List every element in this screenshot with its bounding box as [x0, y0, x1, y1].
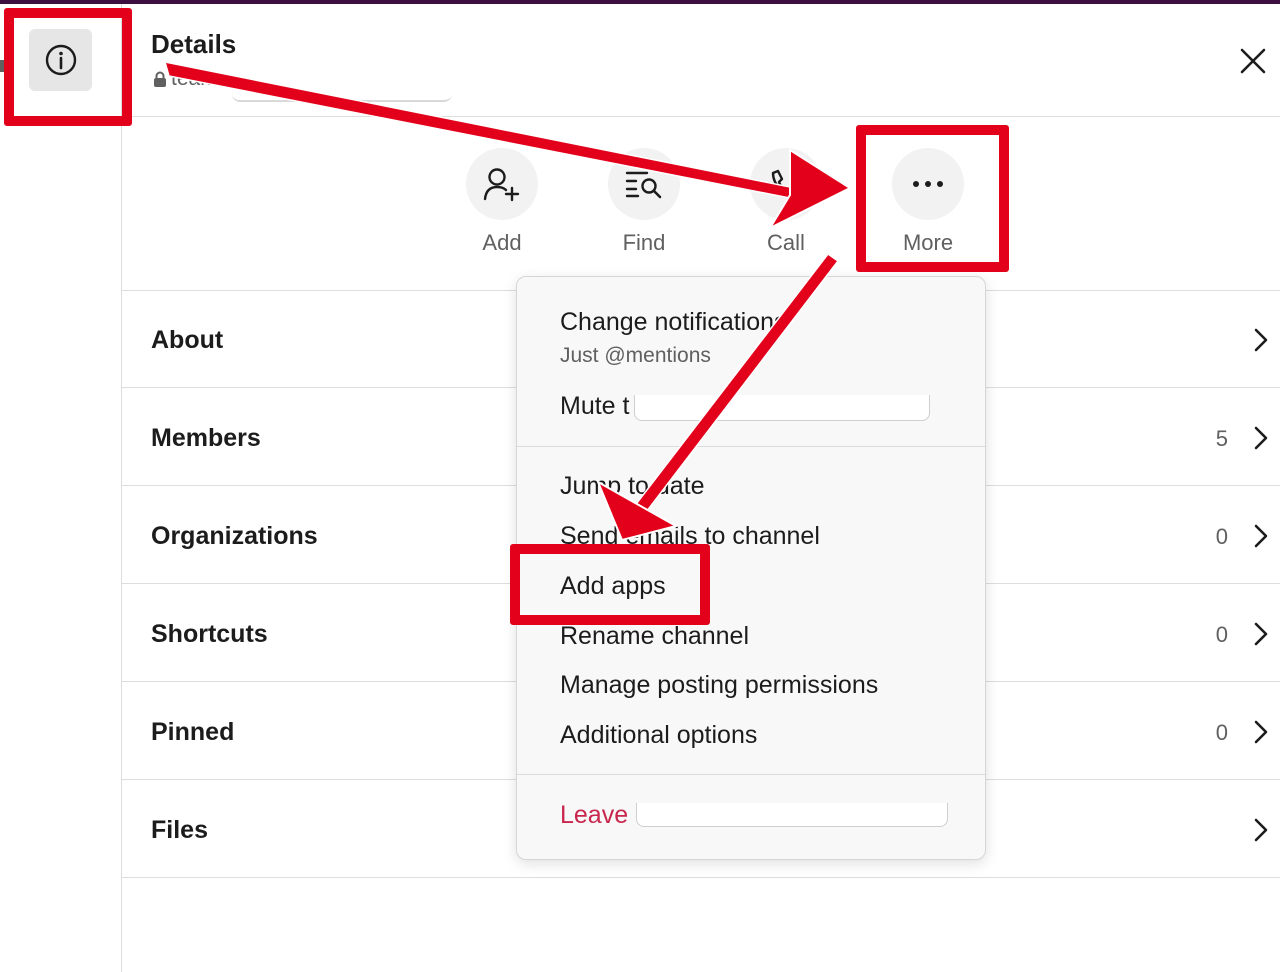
chevron-right-icon [1254, 328, 1268, 352]
chevron-right-icon [1254, 818, 1268, 842]
row-count: 0 [1215, 622, 1228, 647]
row-title: Files [151, 816, 208, 844]
row-count: 0 [1215, 720, 1228, 745]
close-button[interactable] [1232, 40, 1274, 82]
menu-item-additional-options[interactable]: Additional options [560, 720, 757, 750]
add-button-label: Add [482, 230, 522, 255]
call-button-label: Call [767, 230, 805, 255]
row-title: Members [151, 424, 261, 452]
find-button-label: Find [622, 230, 666, 255]
row-title: About [151, 326, 224, 354]
menu-divider [517, 446, 985, 447]
highlight-more-button [856, 125, 1009, 272]
redacted-channel-name [232, 88, 452, 102]
row-count: 0 [1215, 524, 1228, 549]
chevron-right-icon [1254, 720, 1268, 744]
add-button[interactable]: Add [452, 148, 552, 256]
highlight-info-button [4, 8, 132, 126]
find-icon [625, 171, 662, 199]
row-title: Shortcuts [151, 620, 268, 648]
row-title: Organizations [151, 522, 318, 550]
lock-icon [154, 71, 166, 87]
channel-name-text: team- [171, 67, 225, 90]
menu-item-rename-channel[interactable]: Rename channel [560, 621, 749, 651]
details-panel: Details team- Add Find Call More About M… [0, 0, 1280, 972]
menu-divider [517, 774, 985, 775]
left-rail [0, 4, 122, 972]
page-title: Details [151, 29, 237, 59]
menu-item-mute[interactable]: Mute t [560, 391, 629, 421]
chevron-right-icon [1254, 426, 1268, 450]
menu-item-leave[interactable]: Leave [560, 800, 628, 830]
add-person-icon [483, 168, 520, 202]
call-button[interactable]: Call [736, 148, 836, 256]
menu-item-change-notifications[interactable]: Change notifications [560, 307, 787, 337]
menu-item-manage-posting[interactable]: Manage posting permissions [560, 670, 878, 700]
redacted-mute-target [634, 395, 930, 421]
channel-name[interactable]: team- [153, 66, 225, 92]
highlight-add-apps [510, 544, 710, 625]
notifications-value: Just @mentions [560, 344, 711, 367]
row-count: 5 [1215, 426, 1228, 451]
call-icon [771, 169, 801, 199]
top-strip [0, 0, 1280, 4]
row-title: Pinned [151, 718, 235, 746]
menu-item-jump-to-date[interactable]: Jump to date [560, 471, 705, 501]
find-button[interactable]: Find [594, 148, 694, 256]
redacted-leave-target [636, 803, 948, 827]
chevron-right-icon [1254, 622, 1268, 646]
close-icon [1240, 48, 1266, 74]
chevron-right-icon [1254, 524, 1268, 548]
header-divider [122, 116, 1280, 117]
